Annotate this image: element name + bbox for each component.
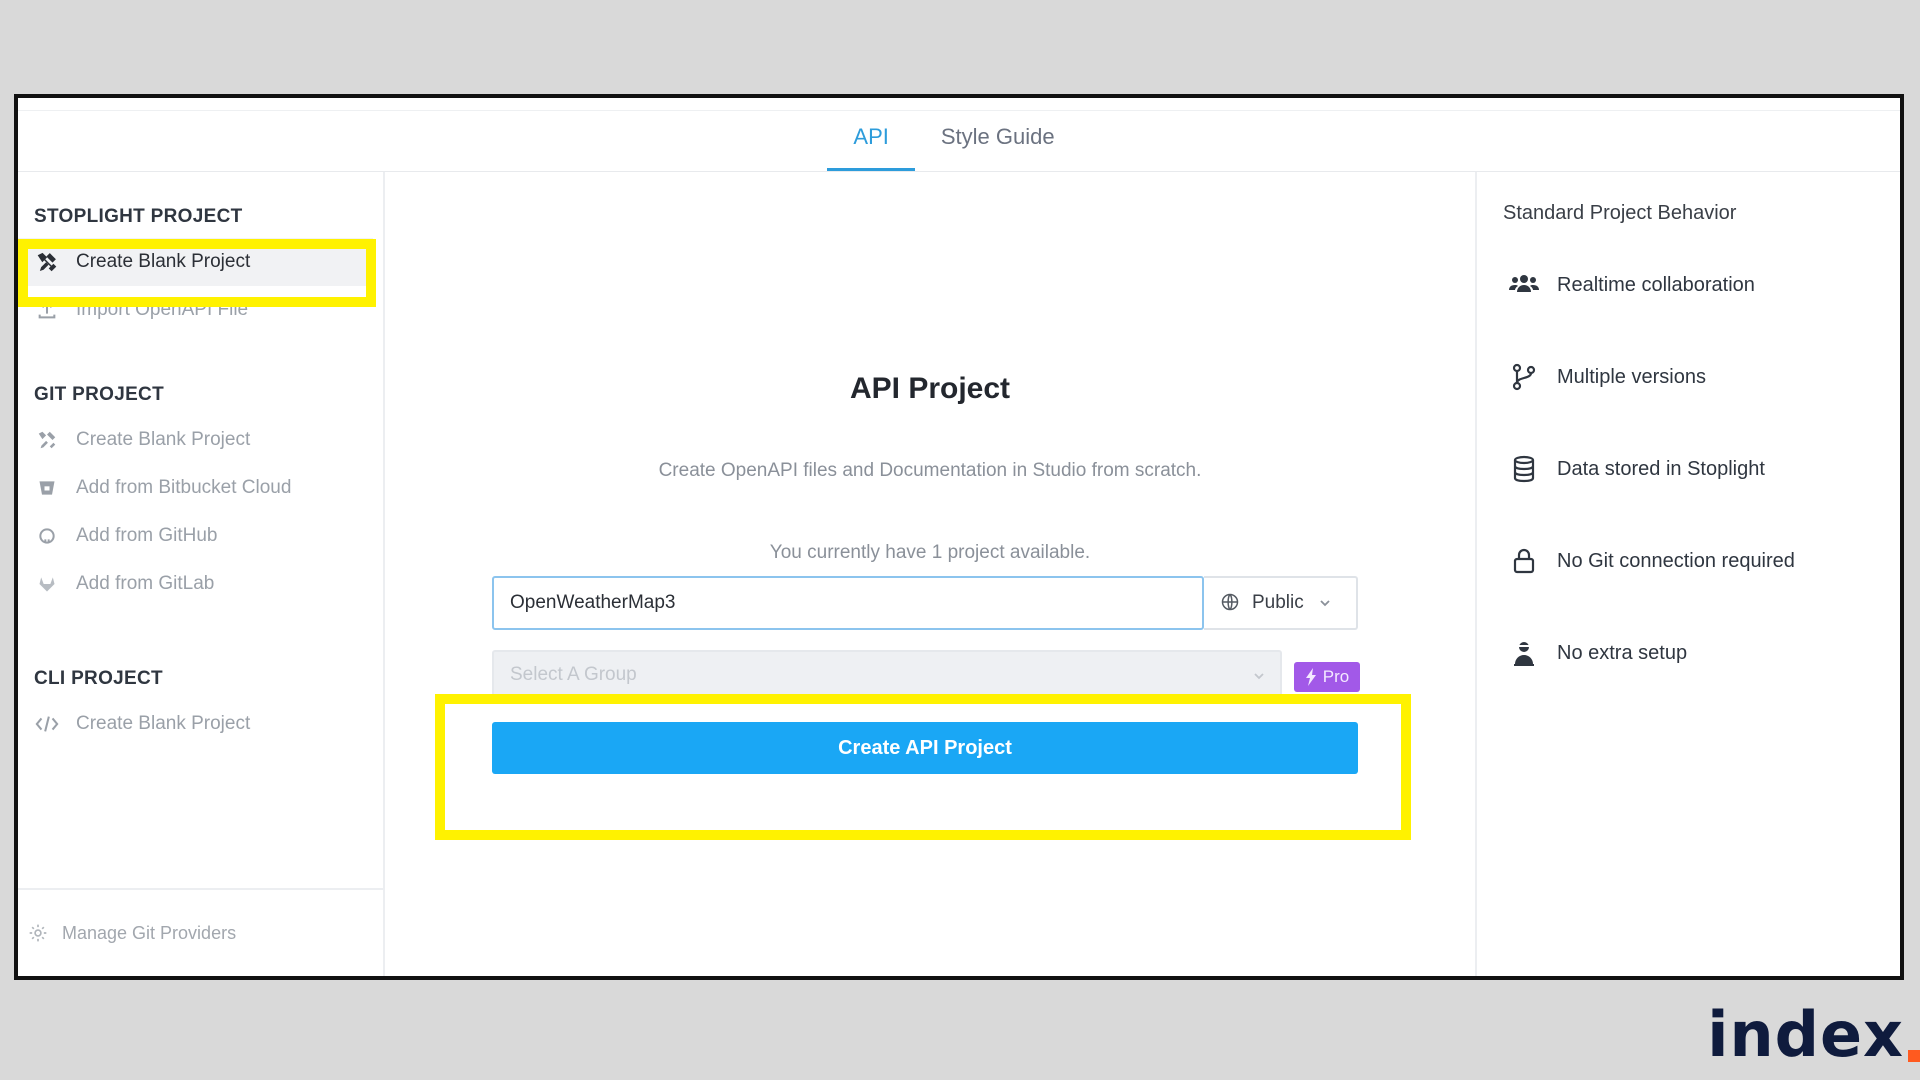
tools-icon xyxy=(34,249,60,275)
sidebar-item-gitlab[interactable]: Add from GitLab xyxy=(18,560,373,608)
visibility-dropdown[interactable]: Public xyxy=(1204,576,1358,630)
lock-icon xyxy=(1509,546,1539,576)
github-icon xyxy=(34,523,60,549)
feature-realtime-collaboration: Realtime collaboration xyxy=(1509,270,1755,300)
feature-label: No extra setup xyxy=(1557,641,1688,664)
gear-icon xyxy=(28,922,50,944)
sidebar-item-import-openapi[interactable]: Import OpenAPI File xyxy=(18,286,373,334)
sidebar-item-label: Add from Bitbucket Cloud xyxy=(76,477,292,498)
section-title-git: GIT PROJECT xyxy=(34,384,164,405)
feature-no-extra-setup: No extra setup xyxy=(1509,638,1687,668)
brand-text: index xyxy=(1707,998,1904,1071)
section-title-stoplight: STOPLIGHT PROJECT xyxy=(34,206,243,227)
sidebar-item-cli-create-blank[interactable]: Create Blank Project xyxy=(18,700,373,748)
section-title-cli: CLI PROJECT xyxy=(34,668,163,689)
database-icon xyxy=(1509,454,1539,484)
sidebar-item-stoplight-create-blank[interactable]: Create Blank Project xyxy=(18,238,373,286)
sidebar-item-git-create-blank[interactable]: Create Blank Project xyxy=(18,416,373,464)
chevron-down-icon xyxy=(1318,596,1332,610)
gitlab-icon xyxy=(34,571,60,597)
feature-no-git: No Git connection required xyxy=(1509,546,1795,576)
feature-label: Realtime collaboration xyxy=(1557,273,1755,296)
person-icon xyxy=(1509,638,1539,668)
branch-icon xyxy=(1509,362,1539,392)
sidebar-item-label: Add from GitLab xyxy=(76,573,215,594)
tab-style-guide[interactable]: Style Guide xyxy=(915,124,1081,171)
brand-dot xyxy=(1908,1050,1920,1062)
code-icon xyxy=(34,711,60,737)
project-description: Create OpenAPI files and Documentation i… xyxy=(658,460,1202,481)
upload-icon xyxy=(34,297,60,323)
sidebar-item-label: Import OpenAPI File xyxy=(76,299,249,320)
feature-data-stored: Data stored in Stoplight xyxy=(1509,454,1765,484)
pro-badge[interactable]: Pro xyxy=(1294,662,1360,692)
manage-git-providers-link[interactable]: Manage Git Providers xyxy=(18,888,383,976)
feature-label: Data stored in Stoplight xyxy=(1557,457,1765,480)
visibility-label: Public xyxy=(1252,592,1304,613)
feature-label: Multiple versions xyxy=(1557,365,1706,388)
tab-api[interactable]: API xyxy=(827,124,915,171)
users-icon xyxy=(1509,270,1539,300)
feature-multiple-versions: Multiple versions xyxy=(1509,362,1706,392)
behavior-panel-title: Standard Project Behavior xyxy=(1503,202,1737,224)
sidebar: STOPLIGHT PROJECT Create Blank Project I… xyxy=(18,172,385,976)
sidebar-item-label: Create Blank Project xyxy=(76,251,251,272)
tools-icon xyxy=(34,427,60,453)
globe-icon xyxy=(1220,592,1242,614)
create-api-project-button[interactable]: Create API Project xyxy=(492,722,1358,774)
group-select-placeholder: Select A Group xyxy=(510,664,637,685)
brand-logo: index xyxy=(1707,986,1920,1066)
sidebar-item-bitbucket[interactable]: Add from Bitbucket Cloud xyxy=(18,464,373,512)
app-window: API Style Guide STOPLIGHT PROJECT Create… xyxy=(14,94,1904,980)
manage-git-providers-label: Manage Git Providers xyxy=(62,922,237,943)
group-select[interactable]: Select A Group xyxy=(492,650,1282,700)
bitbucket-icon xyxy=(34,475,60,501)
availability-text: You currently have 1 project available. xyxy=(769,542,1091,563)
project-name-input[interactable] xyxy=(492,576,1204,630)
sidebar-item-github[interactable]: Add from GitHub xyxy=(18,512,373,560)
sidebar-item-label: Add from GitHub xyxy=(76,525,218,546)
main-panel: API Project Create OpenAPI files and Doc… xyxy=(385,172,1475,976)
feature-label: No Git connection required xyxy=(1557,549,1795,572)
page-title: API Project xyxy=(849,372,1011,405)
tab-bar: API Style Guide xyxy=(18,110,1900,172)
project-behavior-panel: Standard Project Behavior Realtime colla… xyxy=(1475,172,1900,976)
lightning-icon xyxy=(1305,668,1319,686)
chevron-down-icon xyxy=(1252,669,1266,683)
pro-label: Pro xyxy=(1322,667,1350,686)
sidebar-item-label: Create Blank Project xyxy=(76,429,251,450)
sidebar-item-label: Create Blank Project xyxy=(76,713,251,734)
